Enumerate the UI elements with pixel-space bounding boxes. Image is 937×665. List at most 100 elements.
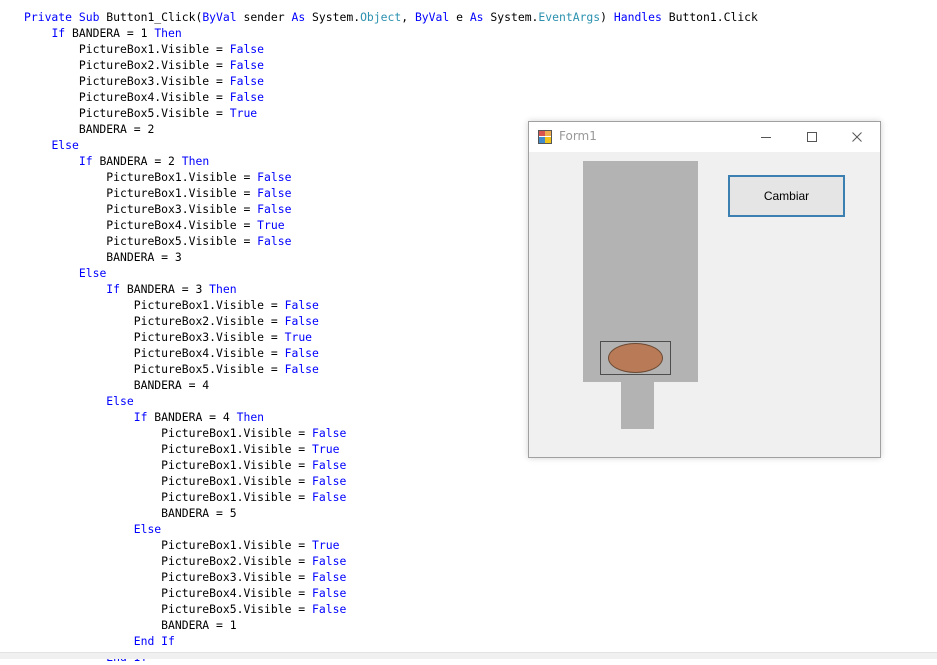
code-text: PictureBox1.Visible = xyxy=(24,490,313,504)
code-line: PictureBox1.Visible = True xyxy=(24,537,758,553)
window-title: Form1 xyxy=(559,129,597,143)
code-keyword: Then xyxy=(154,26,182,40)
code-text: PictureBox1.Visible = xyxy=(24,538,313,552)
code-text: PictureBox3.Visible = xyxy=(24,330,285,344)
code-keyword: Then xyxy=(209,282,237,296)
code-line: PictureBox1.Visible = False xyxy=(24,473,758,489)
code-text: PictureBox1.Visible = xyxy=(24,170,258,184)
code-keyword: True xyxy=(257,218,285,232)
code-text: BANDERA = 1 xyxy=(24,618,237,632)
code-keyword: False xyxy=(257,170,292,184)
code-keyword: False xyxy=(312,602,347,616)
cambiar-button[interactable]: Cambiar xyxy=(728,175,845,217)
code-text: BANDERA = 3 xyxy=(120,282,210,296)
code-text: PictureBox1.Visible = xyxy=(24,42,230,56)
code-line: Private Sub Button1_Click(ByVal sender A… xyxy=(24,9,758,25)
code-text: PictureBox3.Visible = xyxy=(24,570,313,584)
code-line: PictureBox1.Visible = False xyxy=(24,489,758,505)
code-keyword: False xyxy=(229,74,265,88)
code-text: PictureBox5.Visible = xyxy=(24,602,313,616)
code-text: BANDERA = 1 xyxy=(65,26,155,40)
code-line: PictureBox2.Visible = False xyxy=(24,553,758,569)
code-keyword: As xyxy=(291,10,306,24)
code-keyword: If xyxy=(51,26,66,40)
code-keyword: If xyxy=(106,282,121,296)
code-keyword: Handles xyxy=(613,10,662,24)
code-line: PictureBox4.Visible = False xyxy=(24,585,758,601)
code-line: PictureBox1.Visible = False xyxy=(24,41,758,57)
code-keyword: Else xyxy=(78,266,107,280)
code-text: BANDERA = 5 xyxy=(24,506,237,520)
code-line: PictureBox5.Visible = True xyxy=(24,105,758,121)
close-icon xyxy=(852,132,862,142)
code-keyword: Else xyxy=(133,522,162,536)
code-type: EventArgs xyxy=(538,10,601,24)
code-text: PictureBox2.Visible = xyxy=(24,554,313,568)
code-text: BANDERA = 3 xyxy=(24,250,182,264)
code-keyword: False xyxy=(257,202,292,216)
maximize-button[interactable] xyxy=(789,122,835,152)
code-text: PictureBox4.Visible = xyxy=(24,218,258,232)
code-keyword: True xyxy=(312,538,340,552)
code-line: PictureBox5.Visible = False xyxy=(24,601,758,617)
minimize-button[interactable] xyxy=(743,122,789,152)
code-text: BANDERA = 2 xyxy=(92,154,182,168)
close-button[interactable] xyxy=(834,122,880,152)
code-text: PictureBox5.Visible = xyxy=(24,362,285,376)
code-text: PictureBox3.Visible = xyxy=(24,202,258,216)
code-text: e xyxy=(449,10,470,24)
code-keyword: If xyxy=(78,154,93,168)
code-text: PictureBox1.Visible = xyxy=(24,458,313,472)
code-text: PictureBox5.Visible = xyxy=(24,234,258,248)
code-keyword: True xyxy=(284,330,313,344)
code-keyword: False xyxy=(284,314,319,328)
winforms-app-icon xyxy=(538,130,552,144)
code-keyword: True xyxy=(312,442,340,456)
code-text: PictureBox1.Visible = xyxy=(24,298,285,312)
code-keyword: False xyxy=(229,90,265,104)
code-text: PictureBox1.Visible = xyxy=(24,442,313,456)
code-text: BANDERA = 4 xyxy=(147,410,237,424)
code-line: PictureBox1.Visible = False xyxy=(24,457,758,473)
code-line: PictureBox3.Visible = False xyxy=(24,73,758,89)
code-line: PictureBox4.Visible = False xyxy=(24,89,758,105)
code-keyword: Private Sub xyxy=(24,10,107,24)
code-text: BANDERA = 2 xyxy=(24,122,155,136)
maximize-icon xyxy=(807,132,817,142)
code-type: Object xyxy=(360,10,402,24)
code-keyword: False xyxy=(312,474,347,488)
code-keyword: Then xyxy=(181,154,210,168)
code-text: ) xyxy=(600,10,614,24)
title-bar[interactable]: Form1 xyxy=(529,122,880,152)
code-keyword: False xyxy=(284,362,319,376)
code-text: BANDERA = 4 xyxy=(24,378,210,392)
code-text: System. xyxy=(305,10,361,24)
code-keyword: End If xyxy=(133,634,175,648)
code-text: System. xyxy=(483,10,539,24)
code-text: PictureBox2.Visible = xyxy=(24,314,285,328)
code-line: Else xyxy=(24,521,758,537)
code-keyword: ByVal xyxy=(414,10,450,24)
code-line: If BANDERA = 1 Then xyxy=(24,25,758,41)
picturebox-oval xyxy=(600,341,671,375)
code-keyword: Else xyxy=(51,138,79,152)
code-keyword: False xyxy=(257,234,292,248)
code-keyword: False xyxy=(284,298,319,312)
code-keyword: False xyxy=(257,186,292,200)
code-keyword: False xyxy=(229,42,265,56)
code-line: PictureBox2.Visible = False xyxy=(24,57,758,73)
code-keyword: False xyxy=(312,586,347,600)
code-text: PictureBox1.Visible = xyxy=(24,186,258,200)
code-text: Button1_Click( xyxy=(106,10,203,24)
code-keyword: ByVal xyxy=(202,10,237,24)
code-keyword: Else xyxy=(106,394,134,408)
code-text: PictureBox4.Visible = xyxy=(24,90,230,104)
code-line: BANDERA = 5 xyxy=(24,505,758,521)
